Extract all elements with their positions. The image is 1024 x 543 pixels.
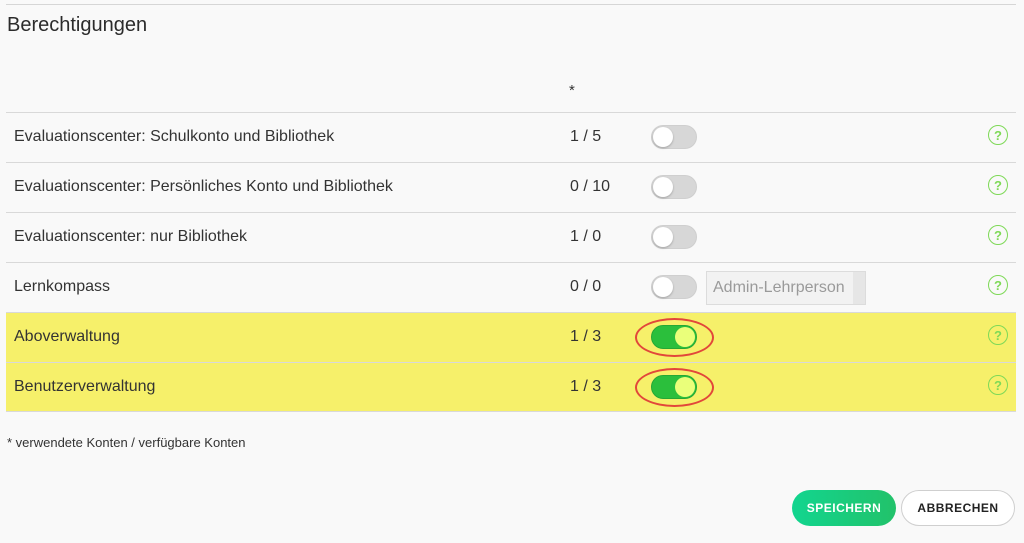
toggle-knob (653, 127, 673, 147)
question-circle-icon[interactable]: ? (988, 375, 1008, 395)
permission-count: 1 / 3 (570, 378, 602, 395)
footnote: * verwendete Konten / verfügbare Konten (7, 435, 246, 450)
permission-count: 1 / 0 (570, 228, 602, 245)
permission-label: Lernkompass (14, 278, 111, 295)
permission-label: Evaluationscenter: Schulkonto und Biblio… (14, 128, 335, 145)
question-circle-icon[interactable]: ? (988, 325, 1008, 345)
permission-count: 0 / 0 (570, 278, 602, 295)
permission-label: Benutzerverwaltung (14, 378, 156, 395)
select-arrow-icon (853, 272, 865, 304)
count-column-header: * (569, 82, 575, 99)
toggle-knob (653, 177, 673, 197)
question-circle-icon[interactable]: ? (988, 125, 1008, 145)
permission-row-evaluationscenter-bibliothek: Evaluationscenter: nur Bibliothek 1 / 0 … (6, 212, 1016, 262)
top-divider (6, 4, 1016, 5)
cancel-button[interactable]: ABBRECHEN (901, 490, 1015, 526)
permission-count: 1 / 5 (570, 128, 602, 145)
permission-row-lernkompass: Lernkompass 0 / 0 Admin-Lehrperson ? (6, 262, 1016, 312)
permission-toggle[interactable] (651, 375, 697, 399)
permission-row-evaluationscenter-persoenlich: Evaluationscenter: Persönliches Konto un… (6, 162, 1016, 212)
toggle-knob (653, 277, 673, 297)
permission-label: Aboverwaltung (14, 328, 120, 345)
role-select-value: Admin-Lehrperson (713, 279, 845, 296)
question-circle-icon[interactable]: ? (988, 275, 1008, 295)
permission-toggle[interactable] (651, 275, 697, 299)
role-select[interactable]: Admin-Lehrperson (706, 271, 866, 305)
question-circle-icon[interactable]: ? (988, 225, 1008, 245)
permission-count: 1 / 3 (570, 328, 602, 345)
question-circle-icon[interactable]: ? (988, 175, 1008, 195)
permission-count: 0 / 10 (570, 178, 611, 195)
permission-label: Evaluationscenter: Persönliches Konto un… (14, 178, 393, 195)
permission-row-evaluationscenter-schulkonto: Evaluationscenter: Schulkonto und Biblio… (6, 112, 1016, 162)
permission-row-benutzerverwaltung: Benutzerverwaltung 1 / 3 ? (6, 362, 1016, 412)
section-title: Berechtigungen (7, 14, 148, 36)
permission-toggle[interactable] (651, 175, 697, 199)
permission-row-aboverwaltung: Aboverwaltung 1 / 3 ? (6, 312, 1016, 362)
permissions-dialog: Berechtigungen * Evaluationscenter: Schu… (0, 0, 1024, 543)
permissions-table: Evaluationscenter: Schulkonto und Biblio… (6, 112, 1016, 412)
permission-label: Evaluationscenter: nur Bibliothek (14, 228, 248, 245)
toggle-knob (675, 327, 695, 347)
permission-toggle[interactable] (651, 325, 697, 349)
permission-toggle[interactable] (651, 125, 697, 149)
toggle-knob (653, 227, 673, 247)
permission-toggle[interactable] (651, 225, 697, 249)
save-button[interactable]: SPEICHERN (792, 490, 896, 526)
toggle-knob (675, 377, 695, 397)
